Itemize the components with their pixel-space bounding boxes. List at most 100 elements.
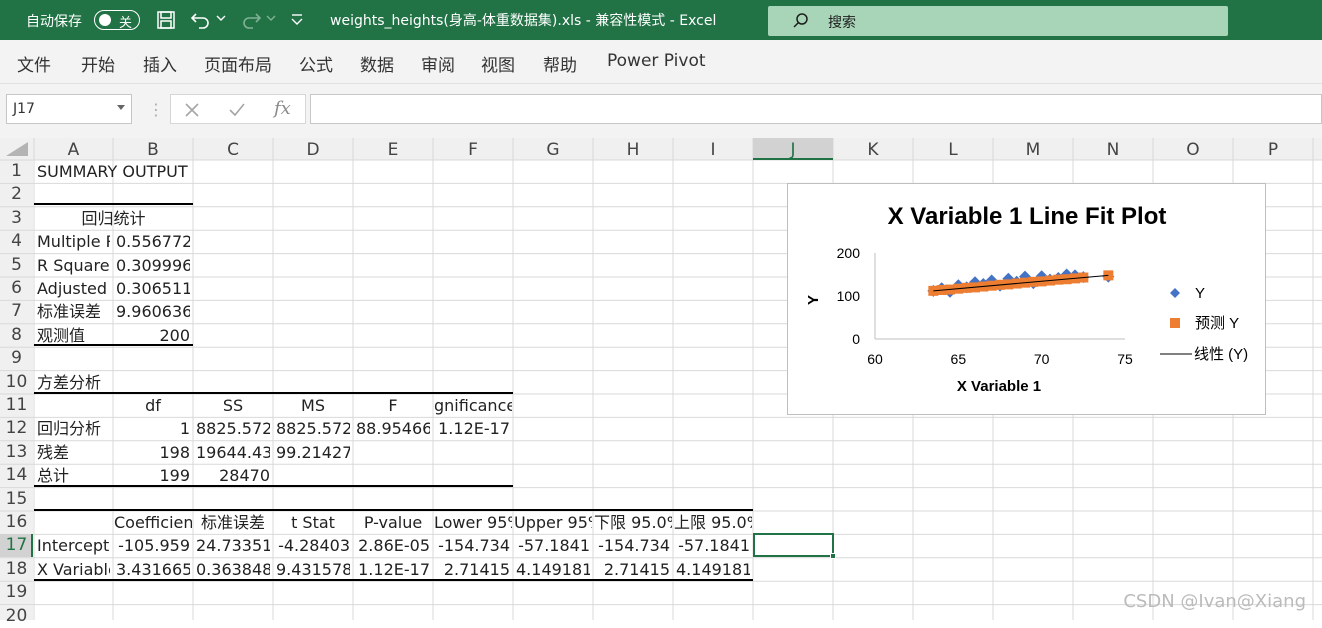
cell-c18[interactable]: 0.363848 bbox=[196, 558, 270, 581]
cell-h18[interactable]: 2.71415 bbox=[596, 558, 670, 581]
selected-cell[interactable] bbox=[753, 533, 834, 557]
search-box[interactable]: 搜索 bbox=[768, 6, 1228, 36]
column-header-k[interactable]: K bbox=[833, 138, 913, 160]
undo-icon[interactable] bbox=[190, 10, 212, 30]
cell-d13[interactable]: 99.21427 bbox=[276, 441, 350, 464]
cell-d16[interactable]: t Stat bbox=[274, 511, 352, 534]
column-header-e[interactable]: E bbox=[353, 138, 433, 160]
cell-c16[interactable]: 标准误差 bbox=[194, 511, 272, 534]
undo-dropdown-icon[interactable] bbox=[216, 15, 226, 23]
row-header-14[interactable]: 14 bbox=[0, 464, 33, 487]
cell-f17[interactable]: -154.734 bbox=[436, 534, 510, 557]
cell-g16[interactable]: Upper 95% bbox=[514, 511, 592, 534]
cell-b12[interactable]: 1 bbox=[116, 417, 190, 440]
row-header-11[interactable]: 11 bbox=[0, 394, 33, 417]
cell-a12[interactable]: 回归分析 bbox=[37, 417, 110, 440]
cell-c14[interactable]: 28470 bbox=[196, 464, 270, 487]
row-header-5[interactable]: 5 bbox=[0, 254, 33, 277]
cell-a3[interactable]: 回归统计 bbox=[37, 207, 190, 230]
column-header-o[interactable]: O bbox=[1153, 138, 1233, 160]
row-header-13[interactable]: 13 bbox=[0, 441, 33, 464]
row-header-15[interactable]: 15 bbox=[0, 488, 33, 511]
cell-a10[interactable]: 方差分析 bbox=[37, 371, 331, 394]
cell-a17[interactable]: Intercept bbox=[37, 534, 110, 557]
redo-icon[interactable] bbox=[240, 10, 262, 30]
cell-e16[interactable]: P-value bbox=[354, 511, 432, 534]
save-icon[interactable] bbox=[156, 10, 176, 30]
cell-e18[interactable]: 1.12E-17 bbox=[356, 558, 430, 581]
line-fit-chart[interactable]: X Variable 1 Line Fit Plot 0 100 200 60 65 7… bbox=[787, 183, 1266, 415]
tab-power-pivot[interactable]: Power Pivot bbox=[607, 51, 706, 71]
cell-c12[interactable]: 8825.572 bbox=[196, 417, 270, 440]
cell-b11[interactable]: df bbox=[114, 394, 192, 417]
tab-insert[interactable]: 插入 bbox=[143, 51, 177, 76]
cell-e17[interactable]: 2.86E-05 bbox=[356, 534, 430, 557]
column-header-m[interactable]: M bbox=[993, 138, 1073, 160]
cell-a18[interactable]: X Variable 1 bbox=[37, 558, 110, 581]
row-header-3[interactable]: 3 bbox=[0, 207, 33, 230]
column-header-g[interactable]: G bbox=[513, 138, 593, 160]
cell-i16[interactable]: 上限 95.0% bbox=[674, 511, 752, 534]
cell-a1[interactable]: SUMMARY OUTPUT bbox=[37, 160, 331, 183]
column-header-n[interactable]: N bbox=[1073, 138, 1153, 160]
row-header-8[interactable]: 8 bbox=[0, 324, 33, 347]
row-header-10[interactable]: 10 bbox=[0, 371, 33, 394]
redo-dropdown-icon[interactable] bbox=[266, 15, 276, 23]
column-header-h[interactable]: H bbox=[593, 138, 673, 160]
cell-b4[interactable]: 0.556772 bbox=[116, 230, 190, 253]
row-header-20[interactable]: 20 bbox=[0, 605, 33, 628]
cell-b8[interactable]: 200 bbox=[116, 324, 190, 347]
cell-c17[interactable]: 24.73351 bbox=[196, 534, 270, 557]
cell-f11[interactable]: gnificance F bbox=[434, 394, 512, 417]
row-header-16[interactable]: 16 bbox=[0, 511, 33, 534]
row-header-2[interactable]: 2 bbox=[0, 183, 33, 206]
row-header-17[interactable]: 17 bbox=[0, 534, 33, 557]
worksheet-grid[interactable]: ABCDEFGHIJKLMNOP 1 2 3 4 5 6 7 8 9 10 11 12 13 14 15 16… bbox=[0, 138, 1322, 626]
cell-h16[interactable]: 下限 95.0% bbox=[594, 511, 672, 534]
tab-page-layout[interactable]: 页面布局 bbox=[204, 51, 272, 76]
cell-d18[interactable]: 9.431578 bbox=[276, 558, 350, 581]
chevron-down-icon[interactable] bbox=[117, 105, 125, 111]
cell-b16[interactable]: Coefficients bbox=[114, 511, 192, 534]
cell-a14[interactable]: 总计 bbox=[37, 464, 110, 487]
column-header-c[interactable]: C bbox=[193, 138, 273, 160]
cell-i17[interactable]: -57.1841 bbox=[676, 534, 750, 557]
enter-icon[interactable] bbox=[228, 102, 246, 118]
cell-a13[interactable]: 残差 bbox=[37, 441, 110, 464]
row-header-1[interactable]: 1 bbox=[0, 160, 33, 183]
column-header-b[interactable]: B bbox=[113, 138, 193, 160]
tab-file[interactable]: 文件 bbox=[17, 51, 51, 76]
cell-i18[interactable]: 4.149181 bbox=[676, 558, 750, 581]
cell-e12[interactable]: 88.95466 bbox=[356, 417, 430, 440]
cell-d11[interactable]: MS bbox=[274, 394, 352, 417]
cell-f16[interactable]: Lower 95% bbox=[434, 511, 512, 534]
cell-f18[interactable]: 2.71415 bbox=[436, 558, 510, 581]
cell-a4[interactable]: Multiple R bbox=[37, 230, 110, 253]
tab-view[interactable]: 视图 bbox=[481, 51, 515, 76]
cell-b6[interactable]: 0.306511 bbox=[116, 277, 190, 300]
cell-g18[interactable]: 4.149181 bbox=[516, 558, 590, 581]
tab-help[interactable]: 帮助 bbox=[543, 51, 577, 76]
cell-a5[interactable]: R Square bbox=[37, 254, 110, 277]
column-header-p[interactable]: P bbox=[1233, 138, 1313, 160]
column-header-i[interactable]: I bbox=[673, 138, 753, 160]
column-header-d[interactable]: D bbox=[273, 138, 353, 160]
cell-b18[interactable]: 3.431665 bbox=[116, 558, 190, 581]
tab-data[interactable]: 数据 bbox=[360, 51, 394, 76]
row-header-18[interactable]: 18 bbox=[0, 558, 33, 581]
cell-b7[interactable]: 9.960636 bbox=[116, 300, 190, 323]
cell-a8[interactable]: 观测值 bbox=[37, 324, 110, 347]
tab-review[interactable]: 审阅 bbox=[421, 51, 455, 76]
cell-g17[interactable]: -57.1841 bbox=[516, 534, 590, 557]
fill-handle[interactable] bbox=[830, 553, 836, 559]
row-header-9[interactable]: 9 bbox=[0, 347, 33, 370]
cell-d12[interactable]: 8825.572 bbox=[276, 417, 350, 440]
row-header-7[interactable]: 7 bbox=[0, 300, 33, 323]
formula-input[interactable] bbox=[310, 94, 1322, 124]
cell-a7[interactable]: 标准误差 bbox=[37, 300, 110, 323]
row-header-19[interactable]: 19 bbox=[0, 581, 33, 604]
cancel-icon[interactable] bbox=[184, 102, 200, 118]
name-box[interactable]: J17 bbox=[6, 94, 132, 124]
tab-home[interactable]: 开始 bbox=[81, 51, 115, 76]
cell-b14[interactable]: 199 bbox=[116, 464, 190, 487]
